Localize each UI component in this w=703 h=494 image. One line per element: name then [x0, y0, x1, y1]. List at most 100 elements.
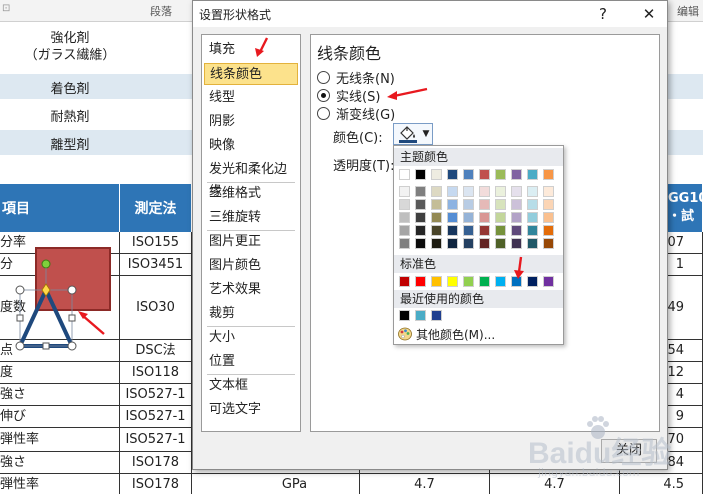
color-swatch[interactable] — [511, 199, 522, 210]
color-swatch[interactable] — [415, 238, 426, 249]
color-swatch[interactable] — [415, 225, 426, 236]
color-swatch[interactable] — [415, 169, 426, 180]
color-swatch[interactable] — [399, 276, 410, 287]
color-swatch[interactable] — [479, 276, 490, 287]
color-swatch[interactable] — [463, 238, 474, 249]
color-swatch[interactable] — [447, 276, 458, 287]
resize-handle[interactable] — [67, 341, 77, 351]
color-swatch[interactable] — [415, 199, 426, 210]
resize-handle[interactable] — [42, 342, 50, 350]
color-swatch[interactable] — [463, 186, 474, 197]
color-swatch[interactable] — [527, 238, 538, 249]
color-swatch[interactable] — [463, 169, 474, 180]
color-swatch[interactable] — [495, 199, 506, 210]
color-swatch[interactable] — [543, 199, 554, 210]
color-swatch[interactable] — [399, 238, 410, 249]
color-swatch[interactable] — [527, 169, 538, 180]
category-item[interactable]: 发光和柔化边缘 — [204, 159, 298, 199]
category-item[interactable]: 文本框 — [204, 375, 298, 397]
category-item[interactable]: 裁剪 — [204, 303, 298, 325]
category-item[interactable]: 大小 — [204, 327, 298, 349]
color-swatch[interactable] — [495, 169, 506, 180]
color-swatch[interactable] — [447, 238, 458, 249]
category-item[interactable]: 位置 — [204, 351, 298, 373]
color-swatch[interactable] — [527, 186, 538, 197]
color-swatch[interactable] — [511, 186, 522, 197]
radio-icon[interactable] — [317, 70, 330, 84]
color-swatch[interactable] — [431, 199, 442, 210]
category-item[interactable]: 线型 — [204, 87, 298, 109]
color-swatch[interactable] — [447, 199, 458, 210]
color-swatch[interactable] — [511, 225, 522, 236]
color-swatch[interactable] — [415, 310, 426, 321]
color-swatch[interactable] — [431, 169, 442, 180]
color-swatch[interactable] — [399, 199, 410, 210]
category-item[interactable]: 图片更正 — [204, 231, 298, 253]
category-item[interactable]: 图片颜色 — [204, 255, 298, 277]
color-swatch[interactable] — [399, 310, 410, 321]
red-rectangle-shape[interactable] — [35, 247, 111, 311]
color-swatch[interactable] — [495, 186, 506, 197]
color-swatch[interactable] — [399, 186, 410, 197]
color-swatch[interactable] — [527, 212, 538, 223]
color-swatch[interactable] — [415, 186, 426, 197]
color-swatch[interactable] — [447, 225, 458, 236]
category-item[interactable]: 艺术效果 — [204, 279, 298, 301]
color-swatch[interactable] — [399, 169, 410, 180]
color-swatch[interactable] — [479, 212, 490, 223]
category-item[interactable]: 可选文字 — [204, 399, 298, 421]
color-swatch[interactable] — [479, 169, 490, 180]
radio-no-line[interactable]: 无线条(N) — [317, 68, 395, 87]
color-swatch[interactable] — [447, 212, 458, 223]
color-swatch[interactable] — [511, 238, 522, 249]
color-swatch[interactable] — [431, 225, 442, 236]
color-swatch[interactable] — [463, 199, 474, 210]
color-swatch[interactable] — [479, 199, 490, 210]
color-swatch[interactable] — [431, 186, 442, 197]
category-item[interactable]: 线条颜色 — [204, 63, 298, 85]
color-swatch[interactable] — [527, 276, 538, 287]
radio-icon[interactable] — [317, 88, 330, 102]
color-swatch[interactable] — [479, 186, 490, 197]
color-swatch[interactable] — [479, 238, 490, 249]
color-swatch[interactable] — [463, 212, 474, 223]
color-swatch[interactable] — [543, 169, 554, 180]
color-swatch[interactable] — [495, 212, 506, 223]
color-swatch[interactable] — [431, 212, 442, 223]
color-swatch[interactable] — [447, 186, 458, 197]
color-swatch[interactable] — [415, 212, 426, 223]
color-swatch[interactable] — [511, 212, 522, 223]
color-swatch[interactable] — [543, 186, 554, 197]
color-swatch[interactable] — [495, 225, 506, 236]
color-swatch[interactable] — [543, 212, 554, 223]
resize-handle[interactable] — [67, 285, 77, 295]
color-swatch[interactable] — [447, 169, 458, 180]
resize-handle[interactable] — [15, 285, 25, 295]
color-swatch[interactable] — [543, 276, 554, 287]
help-button[interactable]: ? — [591, 3, 615, 25]
color-swatch[interactable] — [463, 276, 474, 287]
category-item[interactable]: 三维旋转 — [204, 207, 298, 229]
category-item[interactable]: 三维格式 — [204, 183, 298, 205]
dialog-titlebar[interactable]: 设置形状格式 ? ✕ — [193, 1, 667, 27]
shapes-canvas[interactable] — [0, 240, 120, 360]
color-swatch[interactable] — [399, 212, 410, 223]
color-dropdown-button[interactable]: ▼ — [393, 123, 433, 145]
color-swatch[interactable] — [511, 169, 522, 180]
category-item[interactable]: 填充 — [204, 39, 298, 61]
close-icon[interactable]: ✕ — [637, 3, 661, 25]
color-swatch[interactable] — [495, 238, 506, 249]
color-swatch[interactable] — [415, 276, 426, 287]
color-swatch[interactable] — [543, 238, 554, 249]
radio-icon[interactable] — [317, 106, 330, 120]
color-swatch[interactable] — [527, 199, 538, 210]
color-swatch[interactable] — [399, 225, 410, 236]
color-swatch[interactable] — [463, 225, 474, 236]
color-swatch[interactable] — [431, 310, 442, 321]
radio-solid-line[interactable]: 实线(S) — [317, 86, 380, 105]
color-swatch[interactable] — [495, 276, 506, 287]
category-item[interactable]: 映像 — [204, 135, 298, 157]
more-colors-button[interactable]: 其他颜色(M)... — [398, 326, 495, 342]
rotate-handle[interactable] — [41, 259, 51, 269]
resize-handle[interactable] — [16, 314, 24, 322]
